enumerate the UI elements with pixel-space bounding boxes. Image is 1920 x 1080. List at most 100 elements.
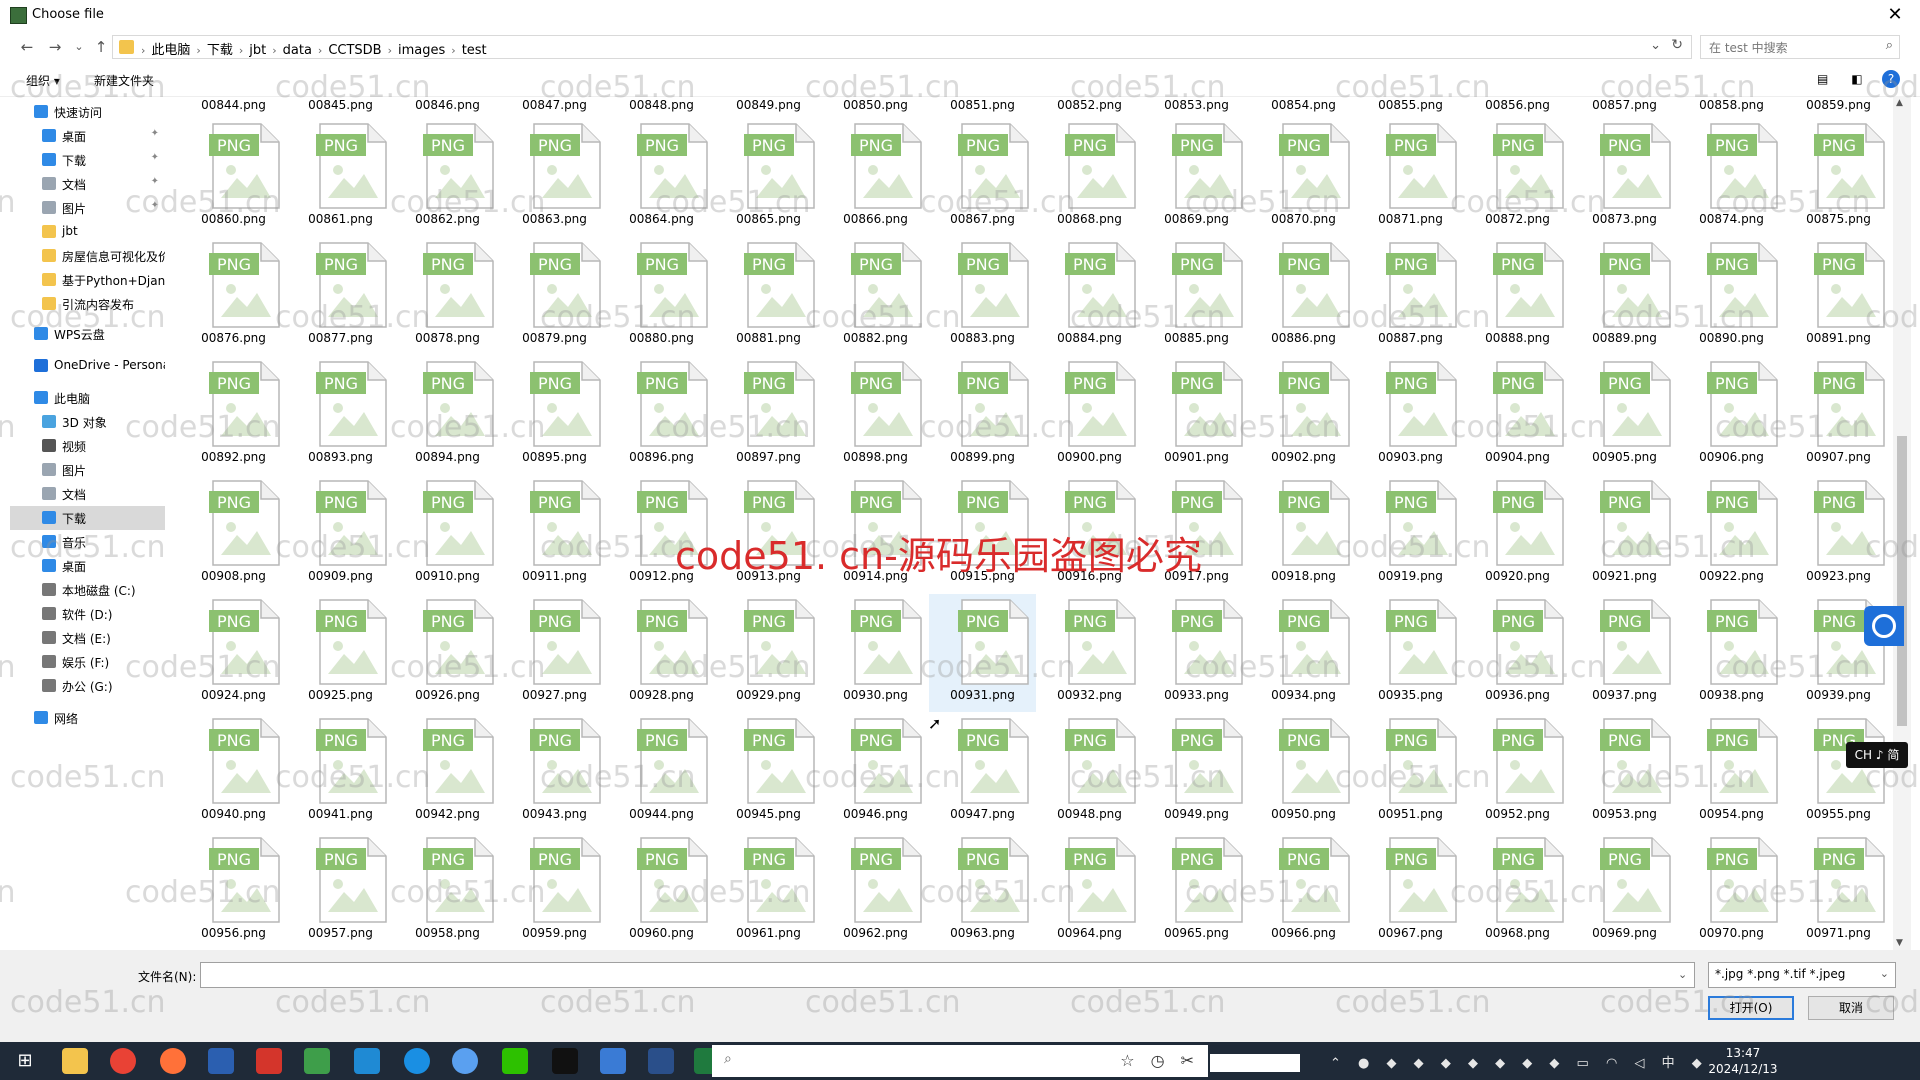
file-item[interactable]: PNG 00861.png xyxy=(287,118,394,236)
file-type-filter[interactable]: *.jpg *.png *.tif *.jpeg ⌄ xyxy=(1708,962,1896,988)
file-item[interactable]: PNG 00967.png xyxy=(1357,832,1464,950)
wps-icon[interactable] xyxy=(256,1048,282,1074)
cancel-button[interactable]: 取消 xyxy=(1808,996,1894,1020)
sidebar-item[interactable]: 图片 ✦ xyxy=(10,196,165,220)
file-item[interactable]: PNG 00951.png xyxy=(1357,713,1464,831)
qq-icon[interactable] xyxy=(552,1048,578,1074)
wechat-icon[interactable] xyxy=(502,1048,528,1074)
file-item[interactable]: PNG 00885.png xyxy=(1143,237,1250,355)
file-item[interactable]: PNG 00959.png xyxy=(501,832,608,950)
app-tray-icon[interactable]: ◆ xyxy=(1692,1056,1702,1071)
file-item[interactable]: PNG 00920.png xyxy=(1464,475,1571,593)
taskbar-search-box[interactable]: ⌕ ☆ ◷ ✂ xyxy=(712,1045,1208,1077)
sidebar-item[interactable]: WPS云盘 xyxy=(10,322,165,346)
edge-icon[interactable] xyxy=(404,1048,430,1074)
file-item[interactable]: PNG 00887.png xyxy=(1357,237,1464,355)
file-item[interactable]: PNG 00955.png xyxy=(1785,713,1890,831)
sidebar-item[interactable]: 文档 xyxy=(10,482,165,506)
file-item[interactable]: PNG 00881.png xyxy=(715,237,822,355)
file-item[interactable]: PNG 00949.png xyxy=(1143,713,1250,831)
sidebar-item[interactable]: 图片 xyxy=(10,458,165,482)
preview-pane-icon[interactable]: ◧ xyxy=(1848,70,1866,88)
file-name[interactable]: 00851.png xyxy=(929,98,1036,112)
forward-button[interactable]: → xyxy=(44,36,66,58)
file-item[interactable]: PNG 00963.png xyxy=(929,832,1036,950)
file-item[interactable]: PNG 00937.png xyxy=(1571,594,1678,712)
file-name[interactable]: 00847.png xyxy=(501,98,608,112)
back-button[interactable]: ← xyxy=(16,36,38,58)
close-button[interactable]: ✕ xyxy=(1880,3,1910,27)
sidebar-item[interactable]: jbt xyxy=(10,220,165,244)
file-item[interactable]: PNG 00929.png xyxy=(715,594,822,712)
file-item[interactable]: PNG 00947.png xyxy=(929,713,1036,831)
chevron-right-icon[interactable]: › xyxy=(141,44,145,57)
app-icon[interactable] xyxy=(648,1048,674,1074)
search-input[interactable]: 在 test 中搜索 xyxy=(1709,39,1788,56)
file-name[interactable]: 00852.png xyxy=(1036,98,1143,112)
file-item[interactable]: PNG 00925.png xyxy=(287,594,394,712)
app-tray-icon[interactable]: ◆ xyxy=(1468,1056,1478,1071)
battery-icon[interactable]: ▭ xyxy=(1577,1056,1589,1071)
file-item[interactable]: PNG 00860.png xyxy=(180,118,287,236)
file-item[interactable]: PNG 00961.png xyxy=(715,832,822,950)
sidebar-item[interactable]: 网络 xyxy=(10,706,165,730)
file-item[interactable]: PNG 00876.png xyxy=(180,237,287,355)
file-item[interactable]: PNG 00913.png xyxy=(715,475,822,593)
file-item[interactable]: PNG 00901.png xyxy=(1143,356,1250,474)
file-name[interactable]: 00856.png xyxy=(1464,98,1571,112)
file-item[interactable]: PNG 00927.png xyxy=(501,594,608,712)
sidebar-item[interactable]: 娱乐 (F:) xyxy=(10,650,165,674)
file-item[interactable]: PNG 00892.png xyxy=(180,356,287,474)
new-folder-button[interactable]: 新建文件夹 xyxy=(94,72,154,89)
chevron-right-icon[interactable]: › xyxy=(272,44,276,57)
file-item[interactable]: PNG 00970.png xyxy=(1678,832,1785,950)
pin-icon[interactable]: ✦ xyxy=(151,128,159,139)
chevron-down-icon[interactable]: ⌄ xyxy=(1678,968,1687,981)
file-item[interactable]: PNG 00953.png xyxy=(1571,713,1678,831)
sidebar-item[interactable]: 此电脑 xyxy=(10,386,165,410)
file-item[interactable]: PNG 00922.png xyxy=(1678,475,1785,593)
file-item[interactable]: PNG 00882.png xyxy=(822,237,929,355)
clock-icon[interactable]: ◷ xyxy=(1151,1051,1165,1070)
tools-icon[interactable]: ✂ xyxy=(1181,1051,1194,1070)
file-item[interactable]: PNG 00895.png xyxy=(501,356,608,474)
chevron-down-icon[interactable]: ⌄ xyxy=(1650,38,1661,53)
sidebar-item[interactable]: 文档 ✦ xyxy=(10,172,165,196)
file-item[interactable]: PNG 00960.png xyxy=(608,832,715,950)
file-item[interactable]: PNG 00954.png xyxy=(1678,713,1785,831)
open-button[interactable]: 打开(O) xyxy=(1708,996,1794,1020)
sidebar-item[interactable]: 下载 ✦ xyxy=(10,148,165,172)
file-item[interactable]: PNG 00962.png xyxy=(822,832,929,950)
app-tray-icon[interactable]: ◆ xyxy=(1387,1056,1397,1071)
file-item[interactable]: PNG 00958.png xyxy=(394,832,501,950)
sidebar-item[interactable]: 3D 对象 xyxy=(10,410,165,434)
file-item[interactable]: PNG 00888.png xyxy=(1464,237,1571,355)
file-item[interactable]: PNG 00965.png xyxy=(1143,832,1250,950)
file-item[interactable]: PNG 00964.png xyxy=(1036,832,1143,950)
file-item[interactable]: PNG 00909.png xyxy=(287,475,394,593)
file-name[interactable]: 00844.png xyxy=(180,98,287,112)
breadcrumb-item[interactable]: test xyxy=(462,43,487,58)
file-item[interactable]: PNG 00924.png xyxy=(180,594,287,712)
file-item[interactable]: PNG 00930.png xyxy=(822,594,929,712)
sidebar-item[interactable]: 基于Python+Django xyxy=(10,268,165,292)
file-item[interactable]: PNG 00931.png xyxy=(929,594,1036,712)
file-item[interactable]: PNG 00940.png xyxy=(180,713,287,831)
chevron-up-icon[interactable]: ⌃ xyxy=(1330,1056,1341,1071)
file-item[interactable]: PNG 00932.png xyxy=(1036,594,1143,712)
filename-input[interactable] xyxy=(200,962,1695,988)
sidebar-item[interactable]: OneDrive - Persona xyxy=(10,354,165,378)
vertical-scrollbar[interactable]: ▲ ▼ xyxy=(1893,96,1911,950)
file-item[interactable]: PNG 00900.png xyxy=(1036,356,1143,474)
ime-icon[interactable]: 中 xyxy=(1662,1056,1675,1071)
file-item[interactable]: PNG 00908.png xyxy=(180,475,287,593)
file-name[interactable]: 00858.png xyxy=(1678,98,1785,112)
refresh-icon[interactable]: ↻ xyxy=(1671,37,1683,53)
chevron-right-icon[interactable]: › xyxy=(388,44,392,57)
file-item[interactable]: PNG 00933.png xyxy=(1143,594,1250,712)
file-name[interactable]: 00849.png xyxy=(715,98,822,112)
taskbar-input[interactable] xyxy=(1210,1054,1300,1072)
pin-icon[interactable]: ✦ xyxy=(151,176,159,187)
clock[interactable]: 13:47 2024/12/13 xyxy=(1708,1045,1778,1077)
file-item[interactable]: PNG 00874.png xyxy=(1678,118,1785,236)
